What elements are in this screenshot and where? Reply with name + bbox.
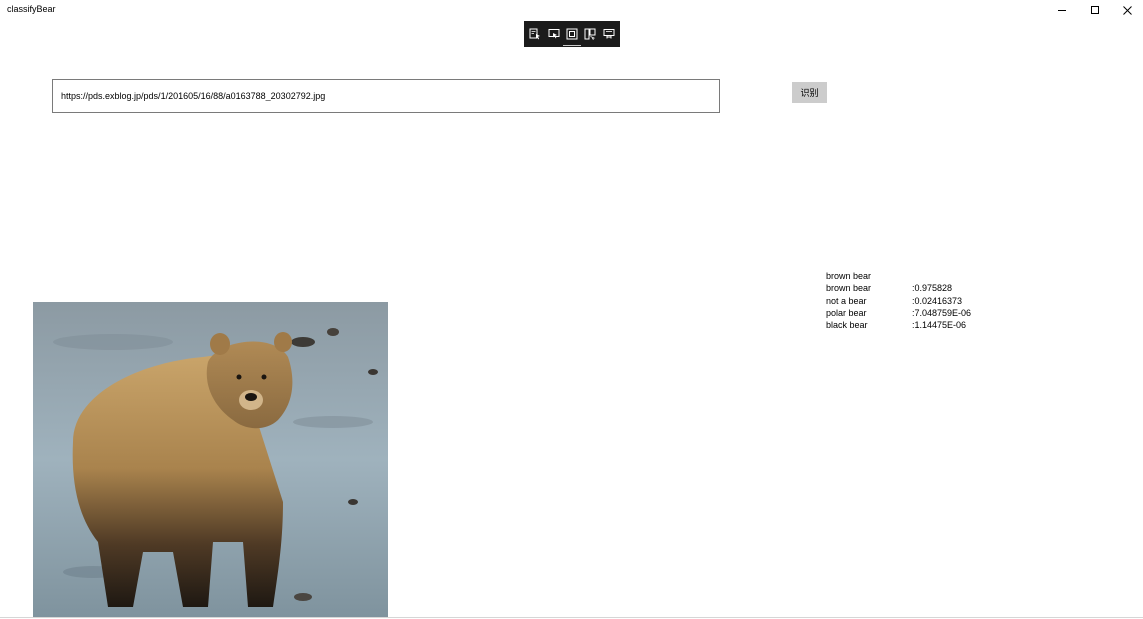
app-title: classifyBear [7,4,56,14]
result-score: :0.02416373 [912,295,963,306]
track-focused-element-button[interactable] [562,27,581,46]
result-row: black bear :1.14475E-06 [826,319,971,331]
display-layout-adorners-icon [548,29,560,39]
maximize-button[interactable] [1078,0,1111,20]
minimize-button[interactable] [1045,0,1078,20]
title-bar[interactable]: classifyBear [0,0,1143,20]
bottom-divider [0,617,1143,618]
select-element-button[interactable] [528,27,542,41]
url-input[interactable] [52,79,720,113]
result-score: :0.975828 [912,283,953,294]
track-focused-element-icon [566,28,578,40]
result-score: :1.14475E-06 [912,320,967,331]
close-button[interactable] [1111,0,1143,20]
classification-results: brown bear brown bear :0.975828 not a be… [826,270,971,331]
hot-reload-icon [603,29,615,39]
close-icon [1123,5,1132,15]
result-row: brown bear :0.975828 [826,282,971,294]
top-prediction: brown bear [826,271,872,281]
debug-toolbar [524,21,620,47]
result-label: black bear [826,320,868,331]
result-row: polar bear :7.048759E-06 [826,307,971,319]
bear-image [33,302,388,617]
result-label: brown bear [826,283,872,294]
result-score: :7.048759E-06 [912,307,972,318]
app-window: classifyBear https://pds.exblog.jp/pds/1… [0,0,1143,619]
result-row: not a bear :0.02416373 [826,295,971,307]
display-layout-adorners-button[interactable] [547,27,561,41]
result-label: polar bear [826,307,867,318]
minimize-icon [1057,9,1066,11]
live-visual-tree-icon [584,28,596,40]
hot-reload-button[interactable] [602,27,616,41]
result-label: not a bear [826,295,867,306]
maximize-icon [1090,6,1099,14]
select-element-icon [529,28,541,40]
recognize-button[interactable]: 识别 [792,82,827,103]
live-visual-tree-button[interactable] [583,27,597,41]
